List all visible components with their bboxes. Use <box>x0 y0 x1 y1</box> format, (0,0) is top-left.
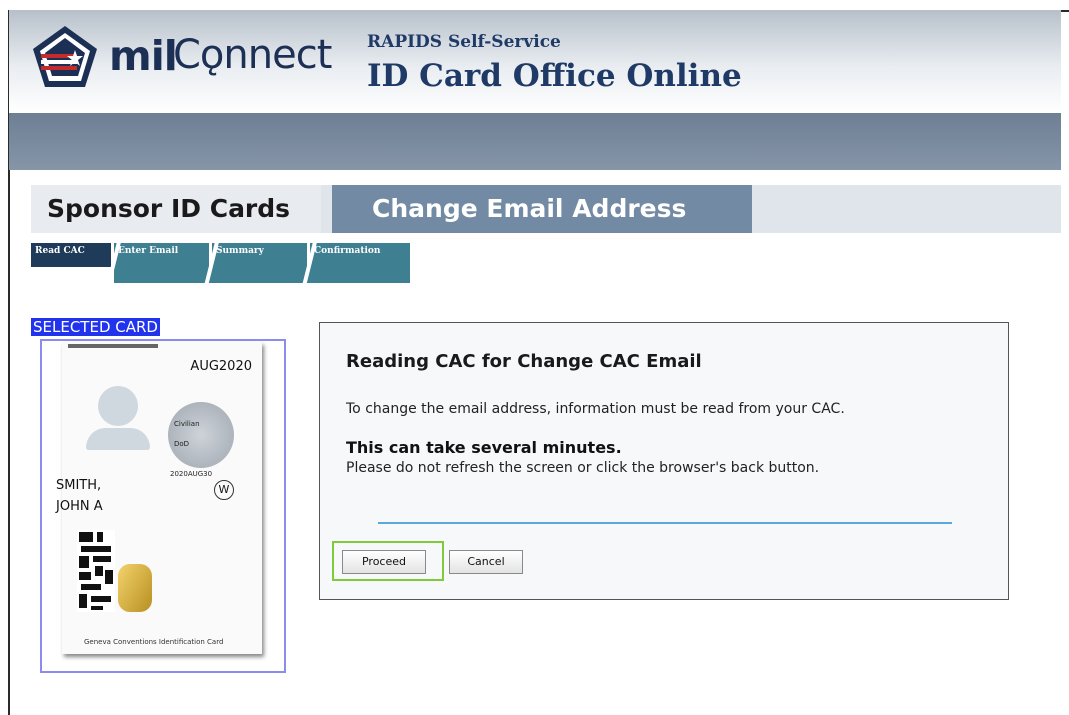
step-confirmation: Confirmation <box>310 243 410 267</box>
cancel-button[interactable]: Cancel <box>449 550 523 574</box>
card-name-line1: SMITH, <box>56 478 102 493</box>
step-enter-email: Enter Email <box>114 243 209 267</box>
step-connector <box>114 267 410 283</box>
card-affiliation: Civilian <box>174 420 200 428</box>
nav-bar <box>9 113 1061 170</box>
seal-icon <box>168 402 234 468</box>
dialog-warning: This can take several minutes. <box>346 438 622 457</box>
step-read-cac: Read CAC <box>31 243 111 267</box>
step-summary: Summary <box>212 243 307 267</box>
card-name-line2: JOHN A <box>56 499 103 514</box>
id-card-image: AUG2020 Civilian DoD 2020AUG30 SMITH, JO… <box>56 342 262 654</box>
dialog-note: Please do not refresh the screen or clic… <box>346 460 820 476</box>
logo-text-connect: Cǫnnect <box>173 32 332 78</box>
card-geneva-badge: W <box>214 480 234 500</box>
milconnect-logo-icon <box>33 26 97 87</box>
card-date: AUG2020 <box>190 359 252 374</box>
app-title: ID Card Office Online <box>367 58 742 94</box>
card-header-line <box>68 344 158 348</box>
header-banner: mil Cǫnnect RAPIDS Self-Service ID Card … <box>9 10 1061 113</box>
reading-cac-dialog: Reading CAC for Change CAC Email To chan… <box>319 322 1009 600</box>
selected-card-label: SELECTED CARD <box>31 318 160 336</box>
avatar-placeholder-icon <box>98 386 138 426</box>
avatar-placeholder-body <box>86 428 150 450</box>
tab-change-email-address[interactable]: Change Email Address <box>332 185 752 233</box>
barcode-icon <box>77 530 115 612</box>
tab-sponsor-id-cards[interactable]: Sponsor ID Cards <box>31 185 321 233</box>
progress-line <box>378 522 952 524</box>
card-agency: DoD <box>174 440 190 448</box>
card-footer-text: Geneva Conventions Identification Card <box>84 638 224 646</box>
smart-chip-icon <box>118 564 152 612</box>
app-subtitle: RAPIDS Self-Service <box>367 32 561 52</box>
card-expiry: 2020AUG30 <box>170 470 213 478</box>
dialog-title: Reading CAC for Change CAC Email <box>346 351 702 372</box>
dialog-instructions: To change the email address, information… <box>346 401 845 417</box>
proceed-button[interactable]: Proceed <box>342 550 426 574</box>
logo-text-mil: mil <box>109 32 178 80</box>
